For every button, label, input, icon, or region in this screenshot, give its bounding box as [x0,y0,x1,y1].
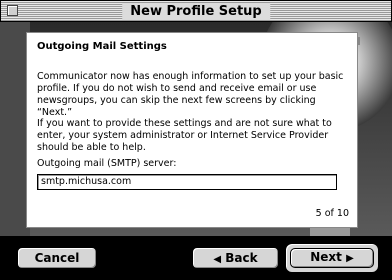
content-area: Outgoing Mail Settings Communicator now … [0,22,392,236]
smtp-server-input[interactable]: smtp.michusa.com [37,174,337,190]
title-bar[interactable]: New Profile Setup [0,0,392,22]
info-paragraph-1: Communicator now has enough information … [37,71,344,118]
settings-panel: Outgoing Mail Settings Communicator now … [26,32,358,228]
back-button[interactable]: ◀ Back [192,247,279,269]
info-paragraph-2: If you want to provide these settings an… [37,118,332,153]
cancel-button-label: Cancel [34,251,80,265]
next-arrow-icon: ▶ [346,253,354,264]
next-button-label: Next [310,250,342,264]
next-button[interactable]: Next ▶ [284,242,380,274]
button-bar: Cancel ◀ Back Next ▶ [0,236,392,280]
panel-heading: Outgoing Mail Settings [37,41,167,52]
window-title: New Profile Setup [122,3,270,20]
smtp-server-label: Outgoing mail (SMTP) server: [37,158,177,169]
back-button-label: Back [225,251,258,265]
page-indicator: 5 of 10 [315,208,349,219]
dialog-window: New Profile Setup Outgoing Mail Settings… [0,0,392,280]
next-button-face[interactable]: Next ▶ [290,248,374,268]
close-box-icon[interactable] [7,5,18,16]
back-arrow-icon: ◀ [213,254,222,265]
cancel-button[interactable]: Cancel [17,247,97,269]
